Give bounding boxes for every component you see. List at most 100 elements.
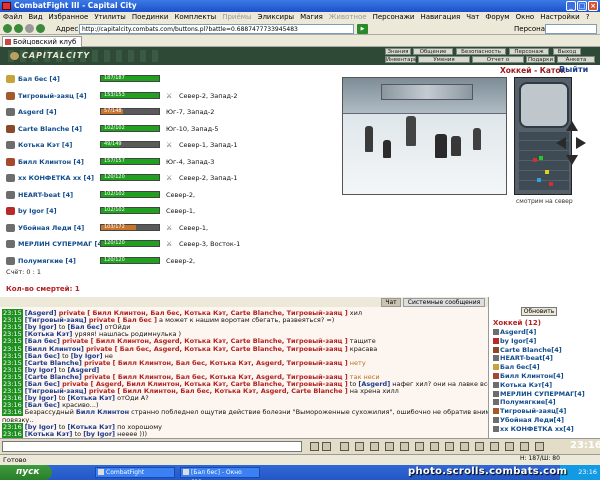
taskbar-item-message-window[interactable]: [Бал бес] - Окно соо...: [180, 467, 260, 480]
close-icon[interactable]: ×: [588, 1, 598, 11]
header-button[interactable]: Общение: [413, 48, 453, 55]
sound-icon[interactable]: [370, 442, 379, 451]
player-name[interactable]: Тигровый-заяц [4]: [18, 91, 87, 101]
online-user[interactable]: Билл Клинтон[4]: [493, 372, 597, 381]
menu-item[interactable]: Магия: [300, 13, 323, 21]
player-row[interactable]: Полумягкие [4] 120/120 Север-2,: [4, 256, 338, 266]
refresh-icon[interactable]: [36, 24, 45, 33]
maximize-icon[interactable]: □: [577, 1, 587, 11]
header-button[interactable]: Умения: [418, 56, 470, 63]
online-user[interactable]: Carte Blanche[4]: [493, 346, 597, 355]
online-user-name[interactable]: Котька Кэт[4]: [500, 381, 552, 389]
friends-icon[interactable]: [475, 442, 484, 451]
online-user[interactable]: Asgerd[4]: [493, 328, 597, 337]
forward-icon[interactable]: [14, 24, 23, 33]
help-icon[interactable]: [430, 442, 439, 451]
menu-item[interactable]: Окно: [516, 13, 535, 21]
online-user[interactable]: Котька Кэт[4]: [493, 381, 597, 390]
header-button[interactable]: Знания: [385, 48, 411, 55]
player-figure[interactable]: [473, 128, 481, 150]
player-figure[interactable]: [435, 134, 447, 158]
menu-item[interactable]: Чат: [466, 13, 479, 21]
tab-system-messages[interactable]: Системные сообщения: [403, 298, 485, 307]
header-button[interactable]: Выход: [553, 48, 581, 55]
menu-item[interactable]: Поединки: [132, 13, 169, 21]
start-button[interactable]: пуск: [0, 465, 52, 480]
chat-nick[interactable]: [by Igor]: [83, 430, 115, 438]
menu-item[interactable]: ?: [586, 13, 590, 21]
player-figure[interactable]: [383, 140, 391, 158]
player-figure[interactable]: [406, 116, 416, 146]
tab-chat[interactable]: Чат: [381, 298, 401, 307]
player-row[interactable]: Тигровый-заяц [4] 153/153 ⚔ Север-2, Запад-…: [4, 91, 338, 101]
player-row[interactable]: xx КОНФЕТКА xx [4] 120/120 ⚔ Север-2, Запад…: [4, 173, 338, 183]
menu-item[interactable]: Форум: [485, 13, 509, 21]
player-name[interactable]: Убойная Леди [4]: [18, 223, 84, 233]
header-button[interactable]: Отчет о переводах: [472, 56, 524, 70]
filter-icon[interactable]: [355, 442, 364, 451]
player-name[interactable]: Carte Blanche [4]: [18, 124, 82, 134]
arrow-down-icon[interactable]: [566, 155, 578, 165]
menu-item[interactable]: Персонажи: [373, 13, 415, 21]
arrow-right-icon[interactable]: [576, 137, 586, 149]
player-row[interactable]: Котька Кэт [4] 49/149 ⚔ Север-1, Запад-1: [4, 140, 338, 150]
player-name[interactable]: by Igor [4]: [18, 206, 57, 216]
menu-item[interactable]: Навигация: [420, 13, 460, 21]
menu-item[interactable]: Файл: [3, 13, 22, 21]
online-user[interactable]: МЕРЛИН СУПЕРМАГ[4]: [493, 390, 597, 399]
header-button[interactable]: Инвентарь: [385, 56, 417, 63]
menu-item[interactable]: Утилиты: [94, 13, 126, 21]
scroll-icon[interactable]: [400, 442, 409, 451]
map-icon[interactable]: [505, 442, 514, 451]
player-row[interactable]: by Igor [4] 102/102 Север-1,: [4, 206, 338, 216]
player-row[interactable]: Билл Клинтон [4] 157/157 Юг-4, Запад-3: [4, 157, 338, 167]
log-icon[interactable]: [445, 442, 454, 451]
online-user-name[interactable]: xx КОНФЕТКА xx[4]: [500, 425, 574, 433]
online-user-name[interactable]: МЕРЛИН СУПЕРМАГ[4]: [500, 390, 585, 398]
translit-icon[interactable]: [385, 442, 394, 451]
send-icon[interactable]: [322, 442, 331, 451]
player-name[interactable]: Котька Кэт [4]: [18, 140, 72, 150]
online-user[interactable]: Убойная Леди[4]: [493, 416, 597, 425]
menu-item[interactable]: Комплекты: [174, 13, 216, 21]
minimize-icon[interactable]: _: [566, 1, 576, 11]
header-button[interactable]: Безопасность: [456, 48, 506, 55]
online-user[interactable]: Тигровый-заяц[4]: [493, 407, 597, 416]
menu-item[interactable]: Эликсиры: [258, 13, 295, 21]
clear-icon[interactable]: [340, 442, 349, 451]
header-button[interactable]: Анкета: [557, 56, 595, 63]
menu-item[interactable]: Вид: [28, 13, 42, 21]
address-input[interactable]: [79, 24, 354, 34]
arrow-left-icon[interactable]: [556, 137, 566, 149]
chat-nick[interactable]: Билл Клинтон: [76, 408, 129, 416]
player-figure[interactable]: [451, 136, 461, 156]
player-row[interactable]: HEART-beat [4] 102/102 Север-2,: [4, 190, 338, 200]
go-button[interactable]: ▶: [357, 24, 368, 34]
online-user-name[interactable]: HEART-beat[4]: [500, 354, 553, 362]
chat-nick[interactable]: [Котька Кэт]: [25, 430, 75, 438]
power-icon[interactable]: [535, 442, 544, 451]
player-name[interactable]: Полумягкие [4]: [18, 256, 76, 266]
online-user-name[interactable]: Asgerd[4]: [500, 328, 536, 336]
player-name[interactable]: Билл Клинтон [4]: [18, 157, 84, 167]
tab-fight-club[interactable]: Бойцовский клуб: [2, 36, 82, 47]
player-name[interactable]: МЕРЛИН СУПЕРМАГ [4]: [18, 239, 105, 249]
taskbar-item-combatfight[interactable]: CombatFight: [95, 467, 175, 478]
online-user[interactable]: HEART-beat[4]: [493, 354, 597, 363]
player-name[interactable]: Бал бес [4]: [18, 74, 60, 84]
character-search-input[interactable]: [545, 24, 597, 34]
player-figure[interactable]: [365, 126, 373, 152]
menu-item[interactable]: Избранное: [49, 13, 89, 21]
player-name[interactable]: HEART-beat [4]: [18, 190, 73, 200]
online-user[interactable]: Полумягкие[4]: [493, 398, 597, 407]
player-name[interactable]: Asgerd [4]: [18, 107, 57, 117]
player-row[interactable]: Carte Blanche [4] 102/102 Юг-10, Запад-5: [4, 124, 338, 134]
player-name[interactable]: xx КОНФЕТКА xx [4]: [18, 173, 94, 183]
online-user-name[interactable]: Полумягкие[4]: [500, 398, 556, 406]
player-row[interactable]: Убойная Леди [4] 103/172 ⚔ Север-1,: [4, 223, 338, 233]
online-user-name[interactable]: Carte Blanche[4]: [500, 346, 562, 354]
online-user-name[interactable]: Билл Клинтон[4]: [500, 372, 564, 380]
player-row[interactable]: МЕРЛИН СУПЕРМАГ [4] 120/120 ⚔ Север-3, Вост…: [4, 239, 338, 249]
online-user-name[interactable]: Бал бес[4]: [500, 363, 540, 371]
online-user-name[interactable]: by Igor[4]: [500, 337, 536, 345]
